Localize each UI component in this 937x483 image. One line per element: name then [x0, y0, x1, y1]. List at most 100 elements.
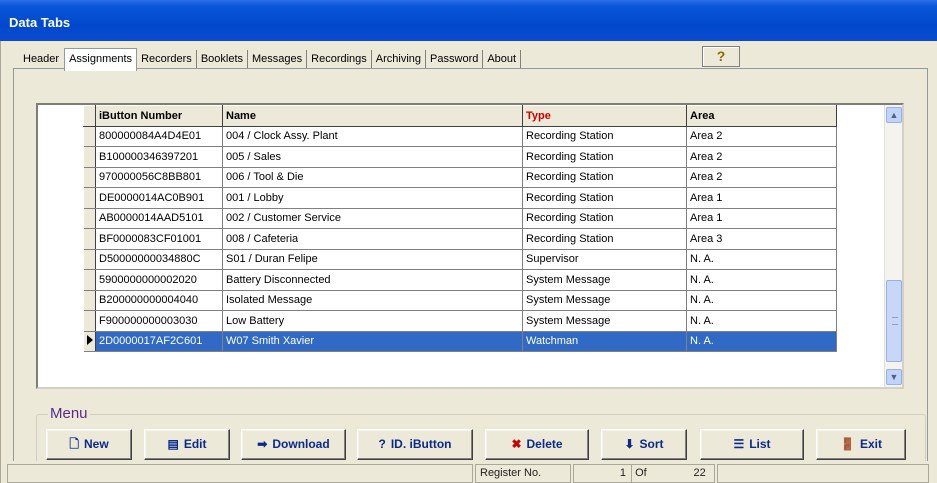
cell-name[interactable]: S01 / Duran Felipe: [222, 249, 523, 270]
cell-name[interactable]: Low Battery: [222, 310, 523, 332]
cell-type[interactable]: Recording Station: [522, 228, 687, 250]
table-row[interactable]: B100000346397201 005 / Sales Recording Sta…: [83, 146, 837, 168]
column-header-ibutton[interactable]: iButton Number: [95, 105, 223, 127]
tab-recorders[interactable]: Recorders: [137, 50, 197, 69]
cell-area[interactable]: N. A.: [686, 331, 837, 352]
cell-ibutton[interactable]: 970000056C8BB801: [95, 167, 223, 188]
cell-name[interactable]: W07 Smith Xavier: [222, 331, 523, 352]
row-indicator[interactable]: [83, 331, 96, 352]
cell-name[interactable]: Battery Disconnected: [222, 269, 523, 291]
tab-password[interactable]: Password: [426, 50, 484, 69]
exit-button[interactable]: 🚪 Exit: [816, 429, 906, 460]
help-button[interactable]: ?: [702, 46, 740, 67]
cell-type[interactable]: Recording Station: [522, 208, 687, 229]
table-row[interactable]: 2D0000017AF2C601 W07 Smith Xavier Watchman…: [83, 331, 837, 352]
cell-ibutton[interactable]: 800000084A4D4E01: [95, 126, 223, 147]
new-document-icon: 🗋: [69, 437, 79, 451]
tab-messages[interactable]: Messages: [248, 50, 308, 69]
cell-area[interactable]: N. A.: [686, 290, 837, 311]
cell-ibutton[interactable]: D50000000034880C: [95, 249, 223, 270]
download-arrow-icon: ➡: [257, 437, 268, 451]
cell-type[interactable]: Recording Station: [522, 167, 687, 188]
column-header-name[interactable]: Name: [222, 105, 523, 127]
column-header-area[interactable]: Area: [686, 105, 837, 127]
cell-name[interactable]: 005 / Sales: [222, 146, 523, 168]
cell-type[interactable]: System Message: [522, 310, 687, 332]
row-indicator[interactable]: [83, 167, 96, 188]
scroll-down-icon[interactable]: ▼: [886, 369, 902, 385]
cell-ibutton[interactable]: F900000000003030: [95, 310, 223, 332]
cell-area[interactable]: N. A.: [686, 249, 837, 270]
cell-type[interactable]: System Message: [522, 290, 687, 311]
cell-ibutton[interactable]: 2D0000017AF2C601: [95, 331, 223, 352]
cell-type[interactable]: Watchman: [522, 331, 687, 352]
cell-ibutton[interactable]: AB0000014AAD5101: [95, 208, 223, 229]
cell-name[interactable]: 008 / Cafeteria: [222, 228, 523, 250]
id-ibutton-button[interactable]: ? ID. iButton: [357, 429, 473, 460]
tab-recordings[interactable]: Recordings: [307, 50, 372, 69]
list-icon: ☰: [733, 437, 745, 451]
row-indicator[interactable]: [83, 126, 96, 147]
row-indicator[interactable]: [83, 208, 96, 229]
cell-type[interactable]: Supervisor: [522, 249, 687, 270]
cell-area[interactable]: Area 3: [686, 228, 837, 250]
row-indicator[interactable]: [83, 146, 96, 168]
delete-button-label: Delete: [526, 437, 563, 451]
title-bar: Data Tabs: [0, 0, 937, 41]
tab-archiving[interactable]: Archiving: [372, 50, 427, 69]
row-indicator[interactable]: [83, 269, 96, 291]
cell-area[interactable]: Area 2: [686, 146, 837, 168]
register-total: 22: [693, 467, 706, 479]
delete-button[interactable]: ✖ Delete: [485, 429, 589, 460]
list-button[interactable]: ☰ List: [700, 429, 804, 460]
row-indicator[interactable]: [83, 228, 96, 250]
cell-type[interactable]: System Message: [522, 269, 687, 291]
cell-name[interactable]: 001 / Lobby: [222, 187, 523, 209]
cell-ibutton[interactable]: BF0000083CF01001: [95, 228, 223, 250]
row-indicator[interactable]: [83, 249, 96, 270]
cell-name[interactable]: 002 / Customer Service: [222, 208, 523, 229]
table-row[interactable]: B200000000004040 Isolated Message System M…: [83, 290, 837, 311]
tab-header[interactable]: Header: [19, 50, 64, 69]
cell-type[interactable]: Recording Station: [522, 126, 687, 147]
cell-type[interactable]: Recording Station: [522, 146, 687, 168]
assignments-grid[interactable]: iButton Number Name Type Area 800000084A…: [36, 103, 904, 389]
scroll-up-icon[interactable]: ▲: [886, 107, 902, 123]
cell-area[interactable]: Area 1: [686, 187, 837, 209]
cell-area[interactable]: Area 2: [686, 167, 837, 188]
table-row[interactable]: 970000056C8BB801 006 / Tool & Die Recordin…: [83, 167, 837, 188]
table-row[interactable]: DE0000014AC0B901 001 / Lobby Recording Sta…: [83, 187, 837, 209]
cell-area[interactable]: Area 1: [686, 208, 837, 229]
row-indicator[interactable]: [83, 310, 96, 332]
row-indicator[interactable]: [83, 187, 96, 209]
download-button[interactable]: ➡ Download: [241, 429, 346, 460]
scroll-thumb[interactable]: [886, 280, 902, 362]
cell-name[interactable]: 006 / Tool & Die: [222, 167, 523, 188]
table-row[interactable]: AB0000014AAD5101 002 / Customer Service Re…: [83, 208, 837, 229]
tab-booklets[interactable]: Booklets: [197, 50, 249, 69]
tab-assignments[interactable]: Assignments: [64, 48, 138, 71]
cell-area[interactable]: Area 2: [686, 126, 837, 147]
column-header-type[interactable]: Type: [522, 105, 687, 127]
table-row[interactable]: 800000084A4D4E01 004 / Clock Assy. Plant R…: [83, 126, 837, 147]
tab-about[interactable]: About: [483, 50, 522, 69]
cell-ibutton[interactable]: DE0000014AC0B901: [95, 187, 223, 209]
cell-area[interactable]: N. A.: [686, 310, 837, 332]
cell-ibutton[interactable]: B100000346397201: [95, 146, 223, 168]
vertical-scrollbar[interactable]: ▲ ▼: [884, 105, 902, 387]
new-button[interactable]: 🗋 New: [46, 429, 132, 460]
table-row[interactable]: 5900000000002020 Battery Disconnected Syst…: [83, 269, 837, 291]
cell-ibutton[interactable]: B200000000004040: [95, 290, 223, 311]
table-row[interactable]: F900000000003030 Low Battery System Messag…: [83, 310, 837, 332]
cell-ibutton[interactable]: 5900000000002020: [95, 269, 223, 291]
cell-name[interactable]: Isolated Message: [222, 290, 523, 311]
row-indicator[interactable]: [83, 290, 96, 311]
edit-button[interactable]: ▤ Edit: [144, 429, 230, 460]
cell-name[interactable]: 004 / Clock Assy. Plant: [222, 126, 523, 147]
table-row[interactable]: D50000000034880C S01 / Duran Felipe Superv…: [83, 249, 837, 270]
new-button-label: New: [83, 437, 109, 451]
sort-button[interactable]: ⬇ Sort: [601, 429, 687, 460]
cell-area[interactable]: N. A.: [686, 269, 837, 291]
table-row[interactable]: BF0000083CF01001 008 / Cafeteria Recording…: [83, 228, 837, 250]
cell-type[interactable]: Recording Station: [522, 187, 687, 209]
